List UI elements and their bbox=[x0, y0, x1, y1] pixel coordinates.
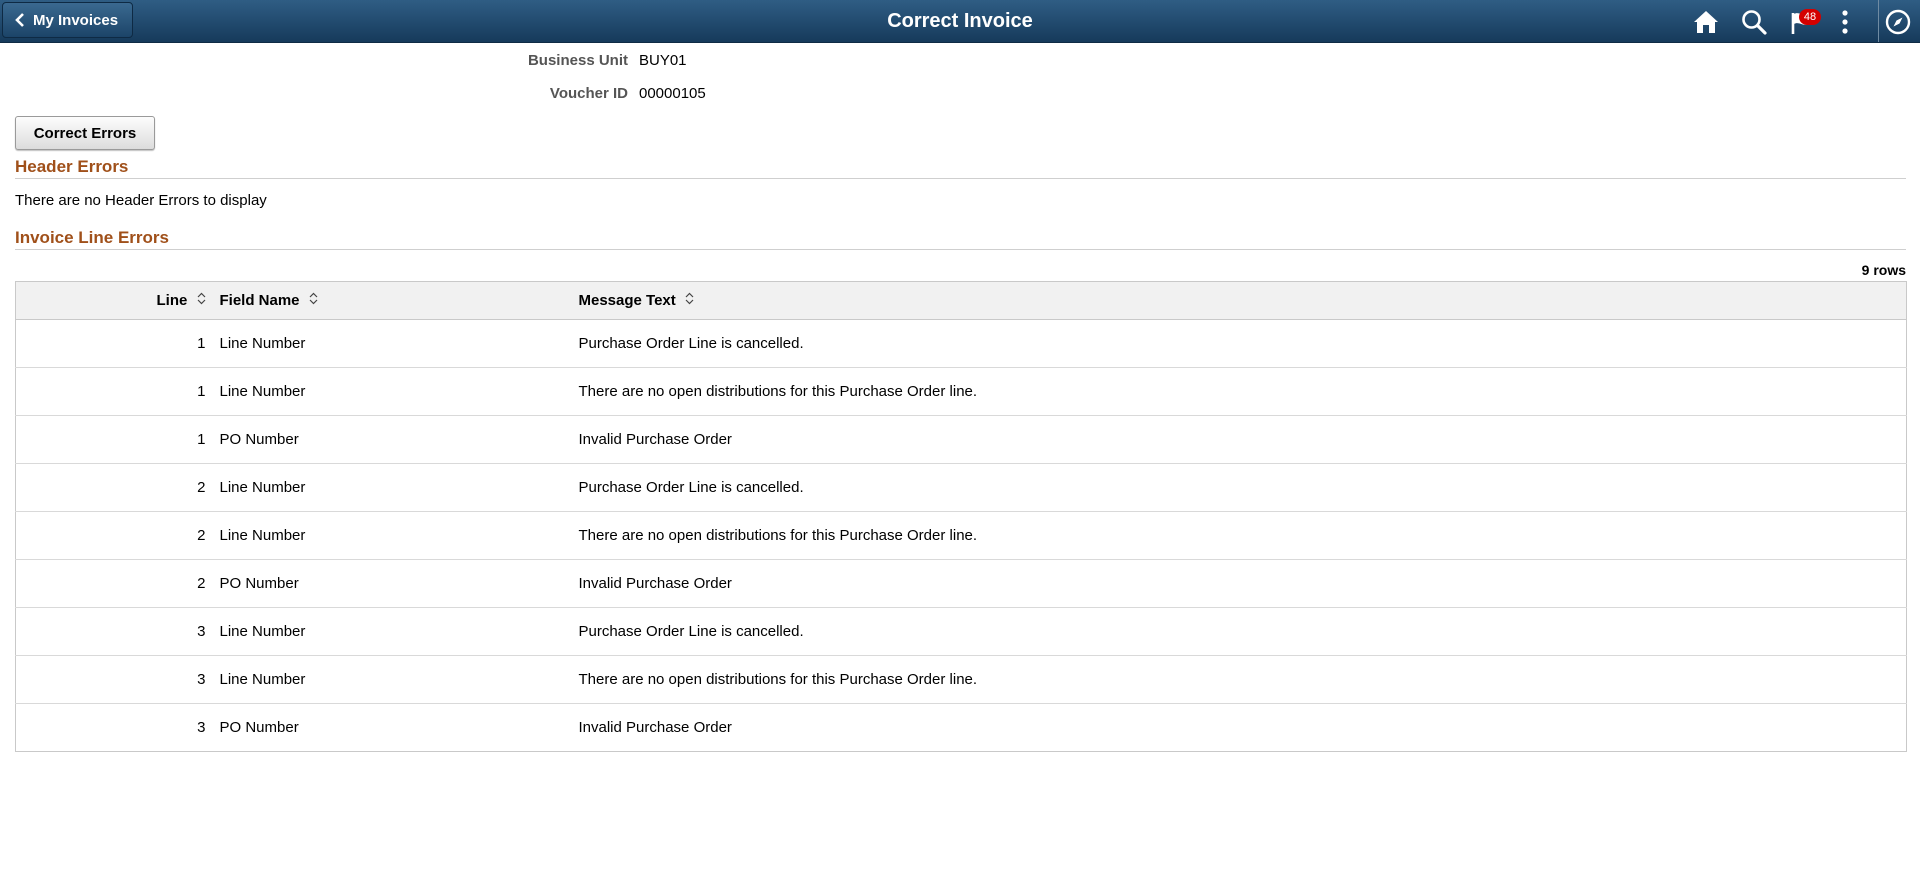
message-text-cell: Purchase Order Line is cancelled. bbox=[572, 319, 1907, 368]
field-name-cell: PO Number bbox=[213, 559, 573, 608]
table-row: 2 PO Number Invalid Purchase Order bbox=[15, 559, 1907, 608]
line-cell: 3 bbox=[197, 719, 206, 736]
field-name-cell: PO Number bbox=[219, 719, 299, 736]
notification-badge: 48 bbox=[1799, 9, 1821, 25]
message-text-cell: Invalid Purchase Order bbox=[572, 559, 1907, 608]
message-text-cell: There are no open distributions for this… bbox=[572, 655, 1907, 704]
top-bar: My Invoices Correct Invoice 48 bbox=[0, 0, 1920, 43]
invoice-line-errors-divider bbox=[15, 249, 1906, 250]
line-cell: 1 bbox=[15, 367, 214, 416]
business-unit-row: Business Unit BUY01 bbox=[0, 52, 1920, 72]
back-to-my-invoices-button[interactable]: My Invoices bbox=[2, 2, 134, 38]
column-header-message-text[interactable]: Message Text bbox=[572, 281, 1907, 320]
field-name-cell: Line Number bbox=[213, 655, 573, 704]
message-text-cell: There are no open distributions for this… bbox=[572, 367, 1907, 416]
home-icon[interactable] bbox=[1693, 9, 1719, 35]
message-text-cell: There are no open distributions for this… bbox=[572, 511, 1907, 560]
sort-icon bbox=[309, 292, 318, 309]
line-cell: 3 bbox=[15, 607, 214, 656]
field-name-cell: Line Number bbox=[213, 367, 573, 416]
message-text-cell: Purchase Order Line is cancelled. bbox=[572, 463, 1907, 512]
field-name-cell: Line Number bbox=[213, 607, 573, 656]
line-cell: 1 bbox=[15, 319, 214, 368]
header-errors-title: Header Errors bbox=[15, 157, 129, 176]
table-row: 1 Line Number There are no open distribu… bbox=[15, 367, 1907, 416]
column-header-line[interactable]: Line bbox=[15, 281, 214, 320]
table-row: 1 PO Number Invalid Purchase Order bbox=[15, 415, 1907, 464]
voucher-id-value: 00000105 bbox=[639, 85, 706, 102]
business-unit-label: Business Unit bbox=[527, 52, 628, 69]
header-errors-divider bbox=[15, 178, 1906, 179]
invoice-line-errors-grid: Line Field Name Message Text 1 Line Numb… bbox=[15, 281, 1907, 752]
rows-count: 9 rows bbox=[1861, 262, 1906, 278]
back-button-label: My Invoices bbox=[33, 11, 119, 29]
correct-errors-button[interactable]: Correct Errors bbox=[15, 116, 155, 150]
column-header-field-name[interactable]: Field Name bbox=[213, 281, 573, 320]
message-text-cell: Invalid Purchase Order bbox=[572, 415, 1907, 464]
topbar-divider bbox=[1878, 0, 1879, 42]
line-cell: 2 bbox=[15, 559, 214, 608]
chevron-left-icon bbox=[15, 13, 25, 27]
line-cell: 1 bbox=[15, 415, 214, 464]
sort-icon bbox=[685, 292, 694, 309]
table-row: 3 PO Number Invalid Purchase Order bbox=[16, 704, 1907, 752]
page-title: Correct Invoice bbox=[887, 10, 1033, 32]
column-header-line-label: Line bbox=[156, 291, 188, 309]
field-name-cell: Line Number bbox=[213, 319, 573, 368]
voucher-id-label: Voucher ID bbox=[549, 85, 628, 102]
message-text-cell: Invalid Purchase Order bbox=[578, 719, 732, 736]
column-header-message-text-label: Message Text bbox=[578, 291, 676, 309]
voucher-id-row: Voucher ID 00000105 bbox=[0, 85, 1920, 105]
business-unit-value: BUY01 bbox=[639, 52, 687, 69]
table-row: 3 Line Number Purchase Order Line is can… bbox=[15, 607, 1907, 656]
invoice-line-errors-title: Invoice Line Errors bbox=[15, 228, 169, 247]
grid-header-row: Line Field Name Message Text bbox=[15, 281, 1907, 320]
search-icon[interactable] bbox=[1741, 9, 1767, 35]
column-header-field-name-label: Field Name bbox=[219, 291, 300, 309]
line-cell: 2 bbox=[15, 511, 214, 560]
message-text-cell: Purchase Order Line is cancelled. bbox=[572, 607, 1907, 656]
compass-icon[interactable] bbox=[1885, 9, 1911, 35]
table-row: 1 Line Number Purchase Order Line is can… bbox=[15, 319, 1907, 368]
more-vertical-icon[interactable] bbox=[1839, 9, 1851, 35]
field-name-cell: Line Number bbox=[213, 463, 573, 512]
line-cell: 2 bbox=[15, 463, 214, 512]
table-row: 3 Line Number There are no open distribu… bbox=[15, 655, 1907, 704]
table-row: 2 Line Number There are no open distribu… bbox=[15, 511, 1907, 560]
field-name-cell: PO Number bbox=[213, 415, 573, 464]
field-name-cell: Line Number bbox=[213, 511, 573, 560]
header-errors-empty-message: There are no Header Errors to display bbox=[15, 192, 267, 209]
line-cell: 3 bbox=[15, 655, 214, 704]
sort-icon bbox=[197, 292, 206, 309]
table-row: 2 Line Number Purchase Order Line is can… bbox=[15, 463, 1907, 512]
